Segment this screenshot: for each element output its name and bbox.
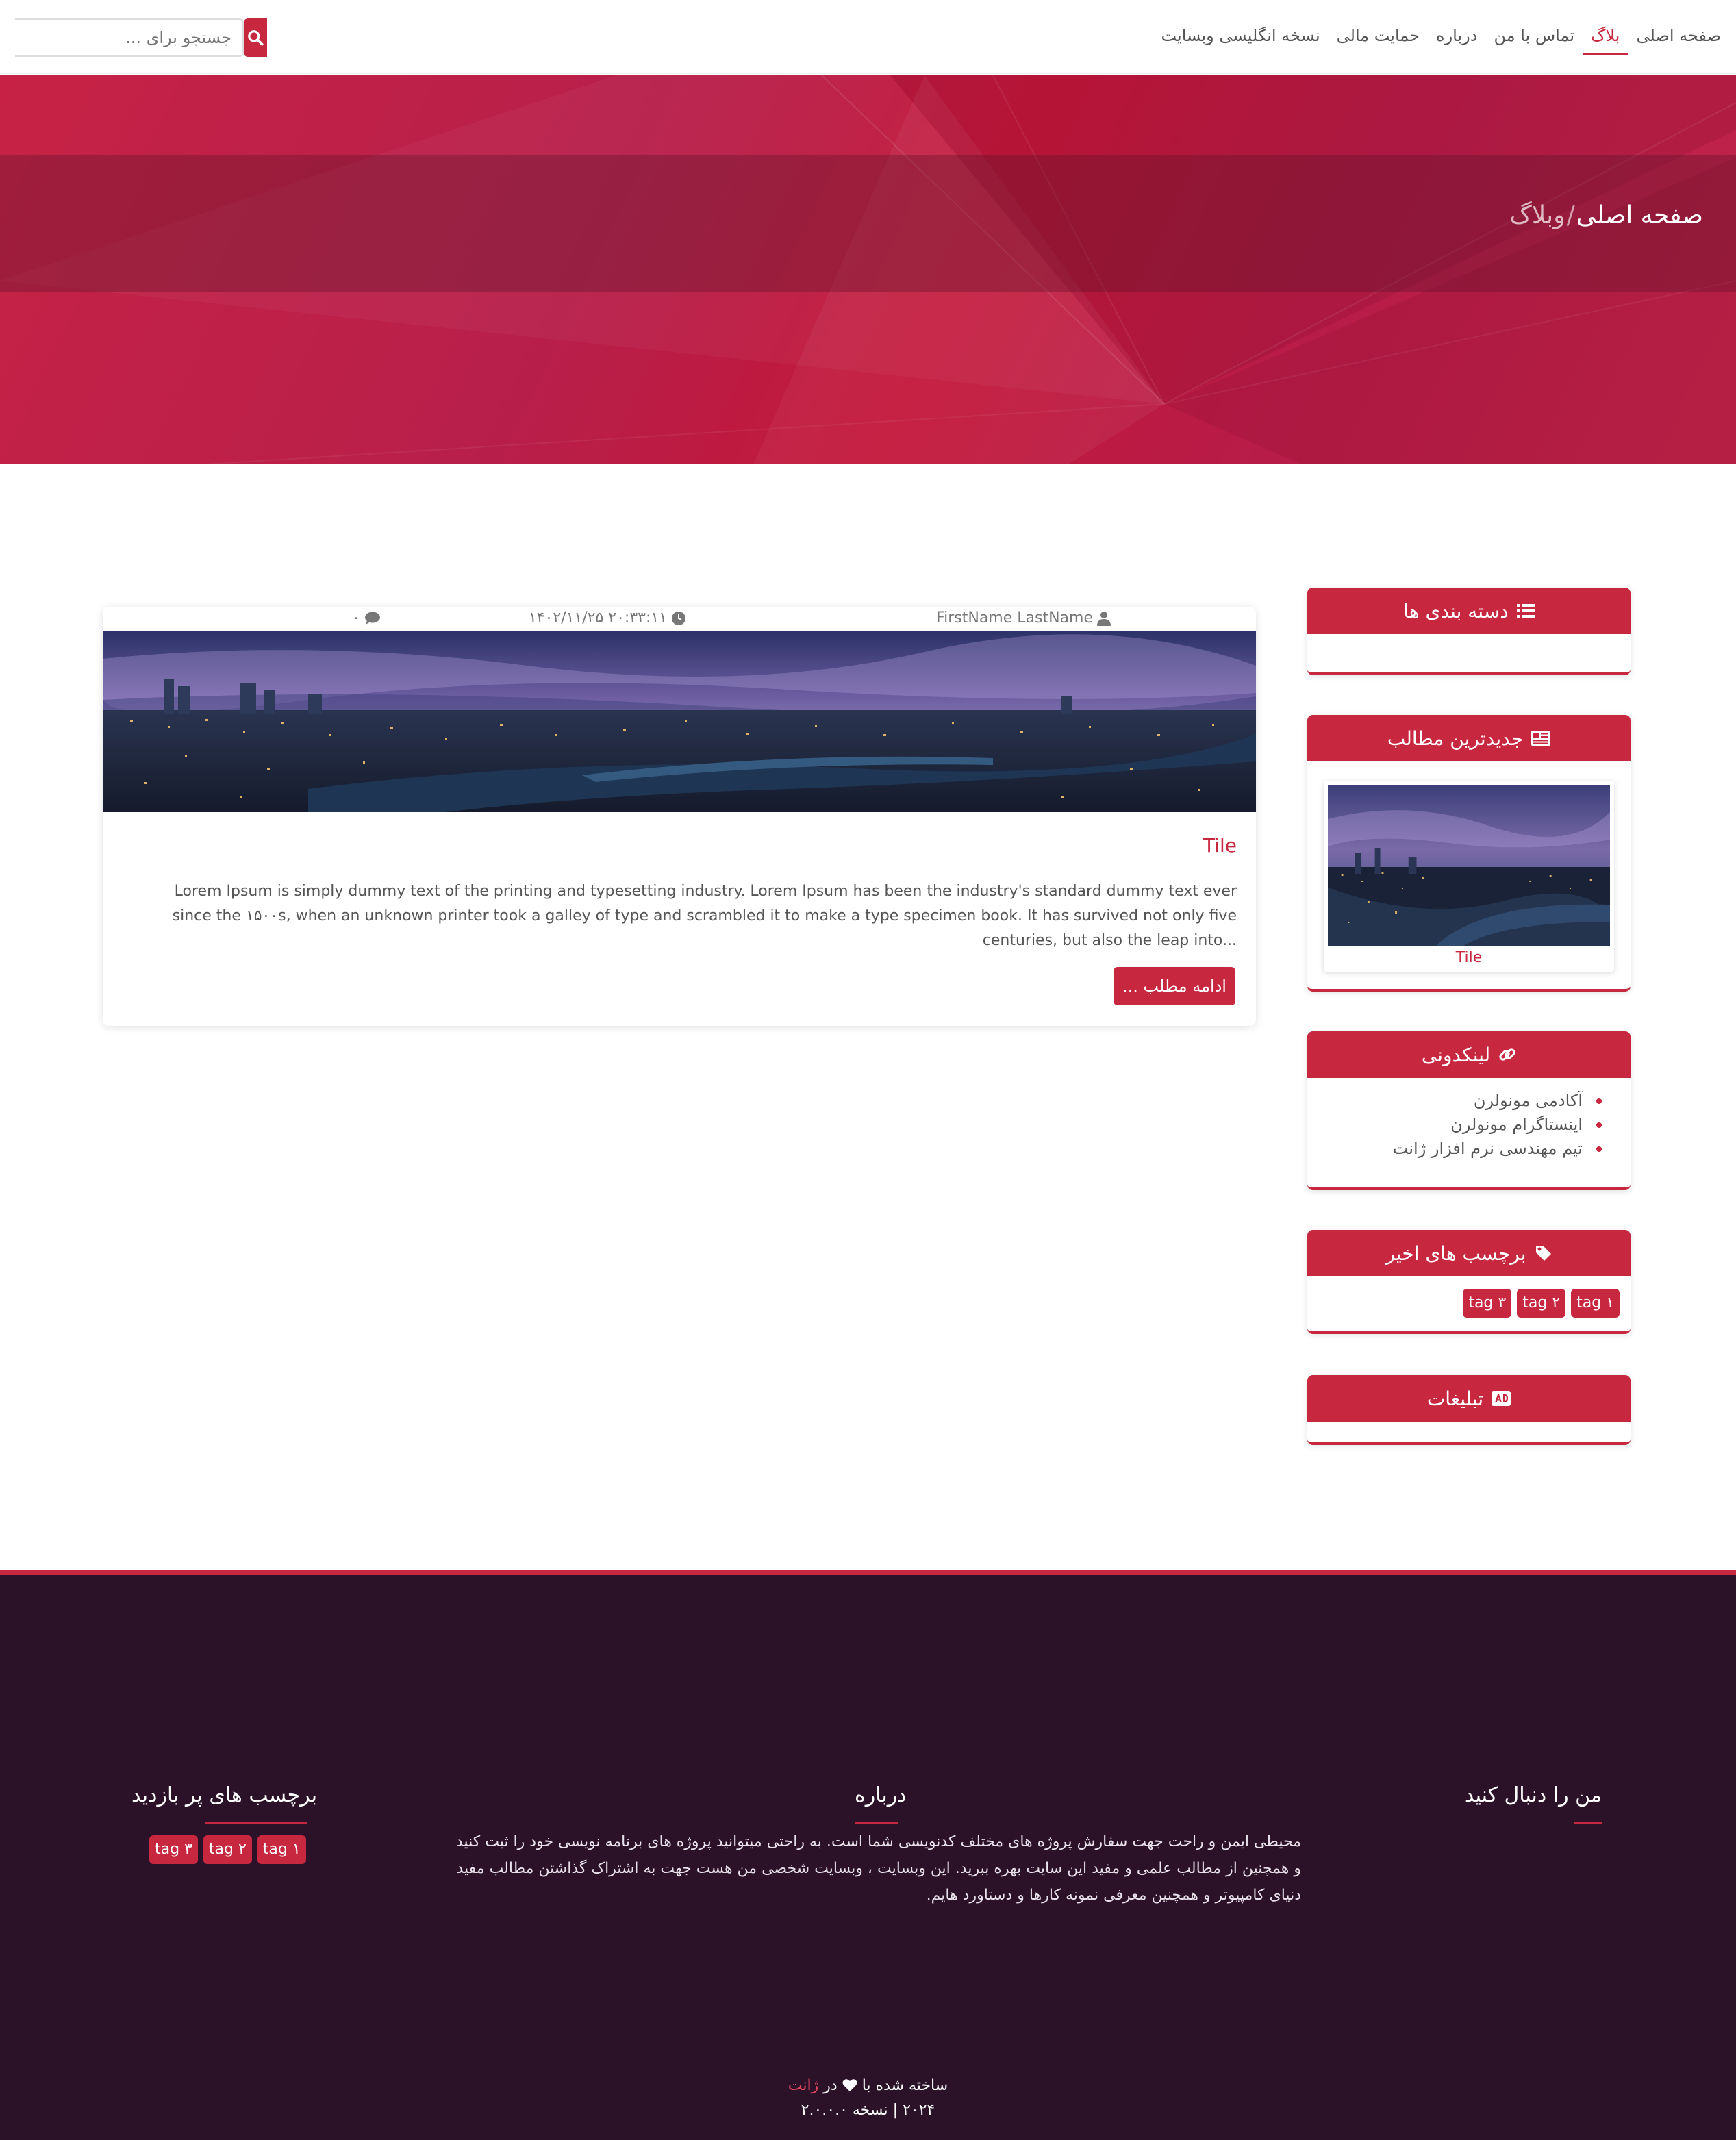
footer-about-title: درباره <box>855 1783 907 1807</box>
heart-icon <box>842 2079 857 2091</box>
post-author-name[interactable]: FirstName LastName <box>936 609 1093 627</box>
footer-tag-badge[interactable]: tag ۳ <box>149 1835 198 1864</box>
recent-tags-title: برچسب های اخیر <box>1385 1242 1526 1265</box>
post-date: ۱۴۰۲/۱۱/۲۵ ۲۰:۳۳:۱۱ <box>529 609 686 627</box>
footer-popular-tags-underline <box>205 1822 307 1824</box>
breadcrumb-band <box>0 155 1736 292</box>
post-comments-count: ۰ <box>352 609 360 627</box>
post-date-text: ۱۴۰۲/۱۱/۲۵ ۲۰:۳۳:۱۱ <box>528 609 667 627</box>
search-button[interactable] <box>244 18 267 57</box>
links-list: آکادمی مونولرن اینستاگرام مونولرن تیم مه… <box>1307 1078 1631 1174</box>
footer-tag-badge[interactable]: tag ۱ <box>257 1835 306 1864</box>
post-image[interactable] <box>103 631 1256 812</box>
footer-credit-in: در <box>823 2077 838 2094</box>
footer-about-text: محیطی ایمن و راحت جهت سفارش پروژه های مخ… <box>455 1833 1301 1904</box>
nav-item-home[interactable]: صفحه اصلی <box>1628 18 1729 55</box>
tag-icon <box>1535 1246 1551 1261</box>
post-author: FirstName LastName <box>936 609 1111 627</box>
ads-widget-header: تبلیغات <box>1307 1375 1631 1422</box>
link-item-academy[interactable]: آکادمی مونولرن <box>1321 1089 1602 1113</box>
footer-version: ۲۰۲۴ | نسخه ۲.۰.۰.۰ <box>801 2102 935 2119</box>
footer-credit-prefix: ساخته شده با <box>861 2077 948 2094</box>
nav-item-about[interactable]: درباره <box>1428 18 1485 55</box>
footer-tag-badge[interactable]: tag ۲ <box>203 1835 252 1864</box>
footer-popular-tags-list: tag ۱ tag ۲ tag ۳ <box>149 1835 306 1864</box>
recent-tags-list: tag ۱ tag ۲ tag ۳ <box>1307 1276 1631 1324</box>
link-icon <box>1499 1048 1515 1061</box>
categories-widget: دسته بندی ها <box>1307 588 1631 675</box>
footer-credit-line: ساخته شده با در ژانت <box>0 2074 1736 2098</box>
breadcrumb-separator: / <box>1566 201 1575 229</box>
breadcrumb: صفحه اصلی / وبلاگ <box>1509 201 1703 229</box>
nav-item-english-version[interactable]: نسخه انگلیسی وبسایت <box>1153 18 1328 55</box>
tag-badge[interactable]: tag ۲ <box>1517 1289 1566 1318</box>
footer-about-underline <box>855 1822 898 1824</box>
post-meta: FirstName LastName ۱۴۰۲/۱۱/۲۵ ۲۰:۳۳:۱۱ ۰ <box>103 607 1256 631</box>
nav-item-donate[interactable]: حمایت مالی <box>1329 18 1428 55</box>
tag-badge[interactable]: tag ۱ <box>1571 1289 1620 1318</box>
clock-icon <box>672 611 685 625</box>
post-excerpt: Lorem Ipsum is simply dummy text of the … <box>172 883 1237 949</box>
breadcrumb-current: وبلاگ <box>1509 201 1565 229</box>
user-icon <box>1097 611 1111 626</box>
search-form <box>15 18 267 57</box>
categories-widget-header: دسته بندی ها <box>1307 588 1631 634</box>
latest-post-image[interactable] <box>1328 785 1610 946</box>
latest-post-card[interactable]: Tile <box>1324 781 1614 972</box>
latest-post-title[interactable]: Tile <box>1328 946 1610 968</box>
hero-banner: صفحه اصلی / وبلاگ <box>0 75 1736 464</box>
ad-icon <box>1492 1391 1511 1406</box>
breadcrumb-home[interactable]: صفحه اصلی <box>1576 201 1703 229</box>
post-comments: ۰ <box>352 609 381 627</box>
link-item-instagram[interactable]: اینستاگرام مونولرن <box>1321 1113 1602 1137</box>
search-icon <box>248 30 264 46</box>
blog-post-card: FirstName LastName ۱۴۰۲/۱۱/۲۵ ۲۰:۳۳:۱۱ ۰ <box>103 607 1256 1026</box>
latest-posts-title: جدیدترین مطالب <box>1387 727 1524 750</box>
categories-title: دسته بندی ها <box>1403 599 1509 622</box>
nav-item-contact[interactable]: تماس با من <box>1485 18 1583 55</box>
read-more-button[interactable]: ادامه مطلب ... <box>1114 967 1235 1005</box>
links-widget-header: لینکدونی <box>1307 1031 1631 1078</box>
top-navbar: صفحه اصلی بلاگ تماس با من درباره حمایت م… <box>0 0 1736 74</box>
footer-follow-title: من را دنبال کنید <box>1464 1783 1602 1807</box>
site-footer: من را دنبال کنید درباره محیطی ایمن و راح… <box>0 1570 1736 2140</box>
recent-tags-widget: برچسب های اخیر tag ۱ tag ۲ tag ۳ <box>1307 1230 1631 1334</box>
ads-title: تبلیغات <box>1426 1387 1484 1410</box>
newspaper-icon <box>1531 731 1551 746</box>
link-item-team[interactable]: تیم مهندسی نرم افزار ژانت <box>1321 1137 1602 1161</box>
links-widget: لینکدونی آکادمی مونولرن اینستاگرام مونول… <box>1307 1031 1631 1190</box>
search-input[interactable] <box>15 18 244 57</box>
footer-brand-link[interactable]: ژانت <box>788 2077 818 2094</box>
post-title[interactable]: Tile <box>1203 834 1237 857</box>
latest-posts-widget: جدیدترین مطالب Tile <box>1307 715 1631 992</box>
comment-icon <box>365 612 380 625</box>
latest-posts-widget-header: جدیدترین مطالب <box>1307 715 1631 761</box>
main-menu: صفحه اصلی بلاگ تماس با من درباره حمایت م… <box>1153 0 1729 74</box>
list-icon <box>1516 604 1535 618</box>
nav-item-blog[interactable]: بلاگ <box>1583 18 1628 55</box>
links-title: لینکدونی <box>1421 1043 1491 1066</box>
recent-tags-widget-header: برچسب های اخیر <box>1307 1230 1631 1276</box>
ads-widget: تبلیغات <box>1307 1375 1631 1445</box>
footer-credit: ساخته شده با در ژانت ۲۰۲۴ | نسخه ۲.۰.۰.۰ <box>0 2074 1736 2123</box>
footer-follow-underline <box>1574 1822 1602 1824</box>
tag-badge[interactable]: tag ۳ <box>1463 1289 1512 1318</box>
footer-popular-tags-title: برچسب های پر بازدید <box>131 1783 318 1807</box>
